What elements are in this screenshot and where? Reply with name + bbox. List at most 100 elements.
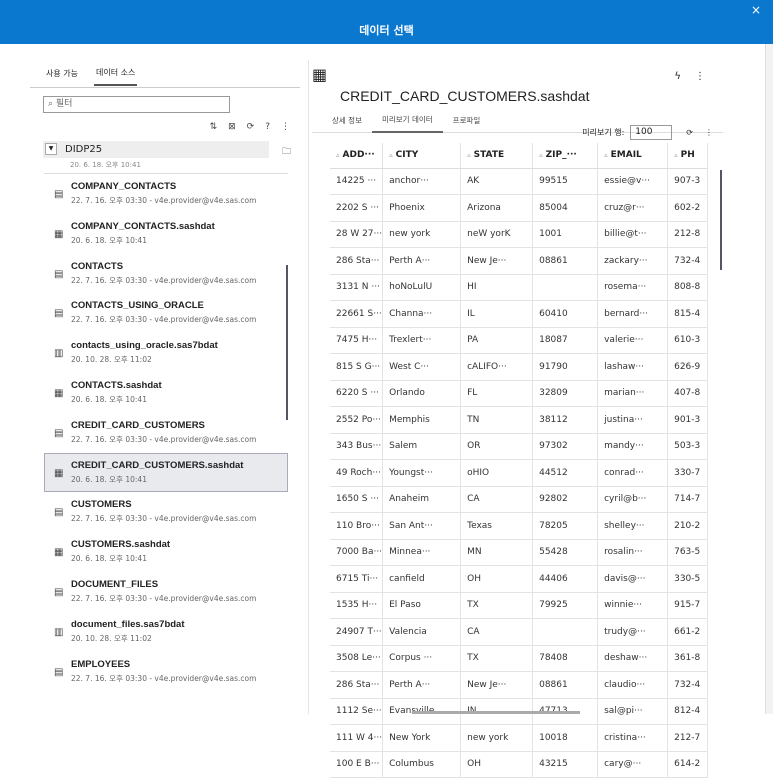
tab-available[interactable]: 사용 가능 (44, 62, 80, 85)
table-cell: 49 Roch··· (330, 459, 384, 487)
table-cell: 763-5 (667, 539, 709, 566)
item-name: EMPLOYEES (71, 658, 131, 670)
left-panel: 사용 가능 데이터 소스 ⌕ 필터 ⇅ ⊠ ⟳ ? ⋮ ▼ DIDP25 🗀 2… (30, 60, 300, 714)
refresh-icon[interactable]: ⟳ (686, 128, 693, 137)
table-header: ▵ ADD··· ▵ CITY ▵ STATE ▵ ZIP_··· ▵ EMAIL ▵ PH (330, 143, 709, 169)
table-row[interactable]: 28 W 27··· new york neW yorK 1001 billie@t··… (330, 221, 709, 248)
table-row[interactable]: 6715 Ti··· canfield OH 44406 davis@··· 330-5 (330, 565, 709, 593)
item-name: CONTACTS (71, 260, 124, 272)
list-item[interactable]: ▤ CUSTOMERS 22. 7. 16. 오후 03:30 - v4e.prov… (44, 492, 288, 532)
item-name: document_files.sas7bdat (71, 618, 185, 630)
list-item[interactable]: ▤ CREDIT_CARD_CUSTOMERS 22. 7. 16. 오후 03:3… (44, 413, 288, 453)
table-row[interactable]: 24907 T··· Valencia CA trudy@··· 661-2 (330, 618, 709, 646)
item-subtitle: 20. 10. 28. 오후 11:02 (71, 633, 152, 643)
table-cell: 85004 (532, 194, 599, 222)
table-row[interactable]: 2552 Po··· Memphis TN 38112 justina··· 901-3 (330, 406, 709, 434)
list-item[interactable]: ▤ EMPLOYEES 22. 7. 16. 오후 03:30 - v4e.prov… (44, 652, 288, 692)
tab-data-sources[interactable]: 데이터 소스 (93, 61, 138, 86)
file-icon: ▦ (54, 387, 64, 399)
filter-input[interactable]: ⌕ 필터 (43, 96, 230, 113)
right-toolbar: ϟ ⋮ (674, 71, 705, 82)
more-icon[interactable]: ⋮ (281, 122, 290, 132)
table-row[interactable]: 7475 H··· Trexlert··· PA 18087 valerie··· 610… (330, 327, 709, 354)
list-item[interactable]: ▤ DOCUMENT_FILES 22. 7. 16. 오후 03:30 - v4e… (44, 572, 288, 612)
list-item[interactable]: ▤ CONTACTS 22. 7. 16. 오후 03:30 - v4e.provi… (44, 254, 288, 294)
column-header[interactable]: ▵ PH (667, 143, 709, 169)
chevron-down-icon[interactable]: ▼ (45, 143, 57, 155)
table-cell: hoNoLulU (382, 274, 462, 301)
table-cell: Minnea··· (382, 539, 462, 566)
panel-splitter[interactable] (308, 60, 309, 714)
list-item[interactable]: ▤ COMPANY_CONTACTS 22. 7. 16. 오후 03:30 - v… (44, 174, 288, 214)
column-header[interactable]: ▵ STATE (460, 143, 534, 169)
preview-rows-input[interactable]: 100 (630, 125, 673, 140)
table-row[interactable]: 1535 H··· El Paso TX 79925 winnie··· 915-7 (330, 592, 709, 619)
refresh-icon[interactable]: ⟳ (247, 122, 255, 132)
dialog-title: 데이터 선택 (359, 24, 414, 37)
column-header[interactable]: ▵ EMAIL (597, 143, 669, 169)
character-type-icon: ▵ (467, 151, 471, 160)
table-cell: New Je··· (460, 247, 534, 275)
list-item[interactable]: ▦ CUSTOMERS.sashdat 20. 6. 18. 오후 10:41 (44, 532, 288, 572)
tab-details[interactable]: 상세 정보 (322, 109, 372, 132)
item-subtitle: 20. 6. 18. 오후 10:41 (71, 235, 147, 245)
table-cell: Trexlert··· (382, 327, 462, 354)
table-cell: El Paso (382, 592, 462, 619)
table-cell (532, 274, 599, 301)
sort-icon[interactable]: ⇅ (210, 122, 218, 132)
table-row[interactable]: 3131 N ··· hoNoLulU HI rosema··· 808-8 (330, 274, 709, 301)
table-icon: ▤ (54, 308, 64, 320)
folder-icon[interactable]: 🗀 (282, 144, 291, 160)
table-row[interactable]: 286 Sta··· Perth A··· New Je··· 08861 zackar… (330, 247, 709, 275)
list-item[interactable]: ▦ CREDIT_CARD_CUSTOMERS.sashdat 20. 6. 18.… (44, 452, 288, 493)
column-header[interactable]: ▵ ZIP_··· (532, 143, 599, 169)
table-row[interactable]: 14225 ··· anchor··· AK 99515 essie@v··· 907-3 (330, 168, 709, 195)
list-item[interactable]: ▦ COMPANY_CONTACTS.sashdat 20. 6. 18. 오후 1… (44, 214, 288, 254)
table-list[interactable]: 20. 6. 18. 오후 10:41 ▤ COMPANY_CONTACTS 22.… (44, 160, 288, 714)
table-cell: anchor··· (382, 168, 462, 195)
table-row[interactable]: 3508 Le··· Corpus ··· TX 78408 deshaw··· 361-… (330, 645, 709, 672)
table-row[interactable]: 1650 S ··· Anaheim CA 92802 cyril@b··· 714-7 (330, 486, 709, 513)
table-cell: PA (460, 327, 534, 354)
more-icon[interactable]: ⋮ (695, 71, 705, 82)
table-cell: new york (460, 724, 534, 752)
list-item[interactable]: ▥ contacts_using_oracle.sas7bdat 20. 10. 2… (44, 333, 288, 373)
preview-rows-label: 미리보기 행: (582, 128, 625, 137)
column-label: STATE (473, 150, 505, 161)
table-cell: deshaw··· (597, 645, 669, 672)
table-row[interactable]: 49 Roch··· Youngst··· oHIO 44512 conrad··· 33… (330, 459, 709, 487)
disconnect-icon[interactable]: ⊠ (228, 122, 236, 132)
close-icon[interactable]: × (751, 3, 761, 17)
lightning-icon[interactable]: ϟ (674, 71, 681, 82)
table-cell: new york (382, 221, 462, 248)
table-row[interactable]: 111 W 4··· New York new york 10018 cristina·… (330, 724, 709, 752)
table-icon: ▤ (54, 427, 64, 439)
table-row[interactable]: 7000 Ba··· Minnea··· MN 55428 rosalin··· 763-… (330, 539, 709, 566)
table-row[interactable]: 343 Bus··· Salem OR 97302 mandy··· 503-3 (330, 433, 709, 460)
table-scrollbar[interactable] (720, 170, 722, 270)
table-cell (532, 618, 599, 646)
table-row[interactable]: 815 S G··· West C··· cALIFO··· 91790 lashaw·… (330, 353, 709, 381)
table-cell: 361-8 (667, 645, 709, 672)
file-icon: ▦ (54, 228, 64, 240)
table-row[interactable]: 2202 S ··· Phoenix Arizona 85004 cruz@r··· 60… (330, 194, 709, 222)
table-row[interactable]: 6220 S ··· Orlando FL 32809 marian··· 407-8 (330, 380, 709, 407)
table-row[interactable]: 286 Sta··· Perth A··· New Je··· 08861 claudi… (330, 671, 709, 699)
more-icon[interactable]: ⋮ (705, 128, 713, 137)
list-item[interactable]: ▦ CONTACTS.sashdat 20. 6. 18. 오후 10:41 (44, 373, 288, 413)
file-icon: ▦ (54, 547, 64, 559)
tab-profile[interactable]: 프로파일 (443, 109, 491, 132)
list-item[interactable]: ▥ document_files.sas7bdat 20. 10. 28. 오후 1… (44, 612, 288, 652)
table-row[interactable]: 110 Bro··· San Ant··· Texas 78205 shelley···… (330, 512, 709, 540)
list-scrollbar[interactable] (286, 265, 288, 420)
help-icon[interactable]: ? (265, 122, 270, 132)
column-header[interactable]: ▵ CITY (382, 143, 462, 169)
grid-icon: ▥ (54, 626, 64, 638)
list-item[interactable]: ▤ CONTACTS_USING_ORACLE 22. 7. 16. 오후 03:3… (44, 293, 288, 333)
tab-preview-data[interactable]: 미리보기 데이터 (371, 108, 443, 133)
item-subtitle: 22. 7. 16. 오후 03:30 - v4e.provider@v4e.s… (71, 315, 257, 325)
column-header[interactable]: ▵ ADD··· (330, 143, 384, 169)
table-row[interactable]: 100 E B··· Columbus OH 43215 cary@··· 614-2 (330, 751, 709, 778)
table-row[interactable]: 22661 S··· Channa··· IL 60410 bernard··· 815-… (330, 300, 709, 328)
library-row[interactable]: ▼ DIDP25 (43, 141, 269, 158)
